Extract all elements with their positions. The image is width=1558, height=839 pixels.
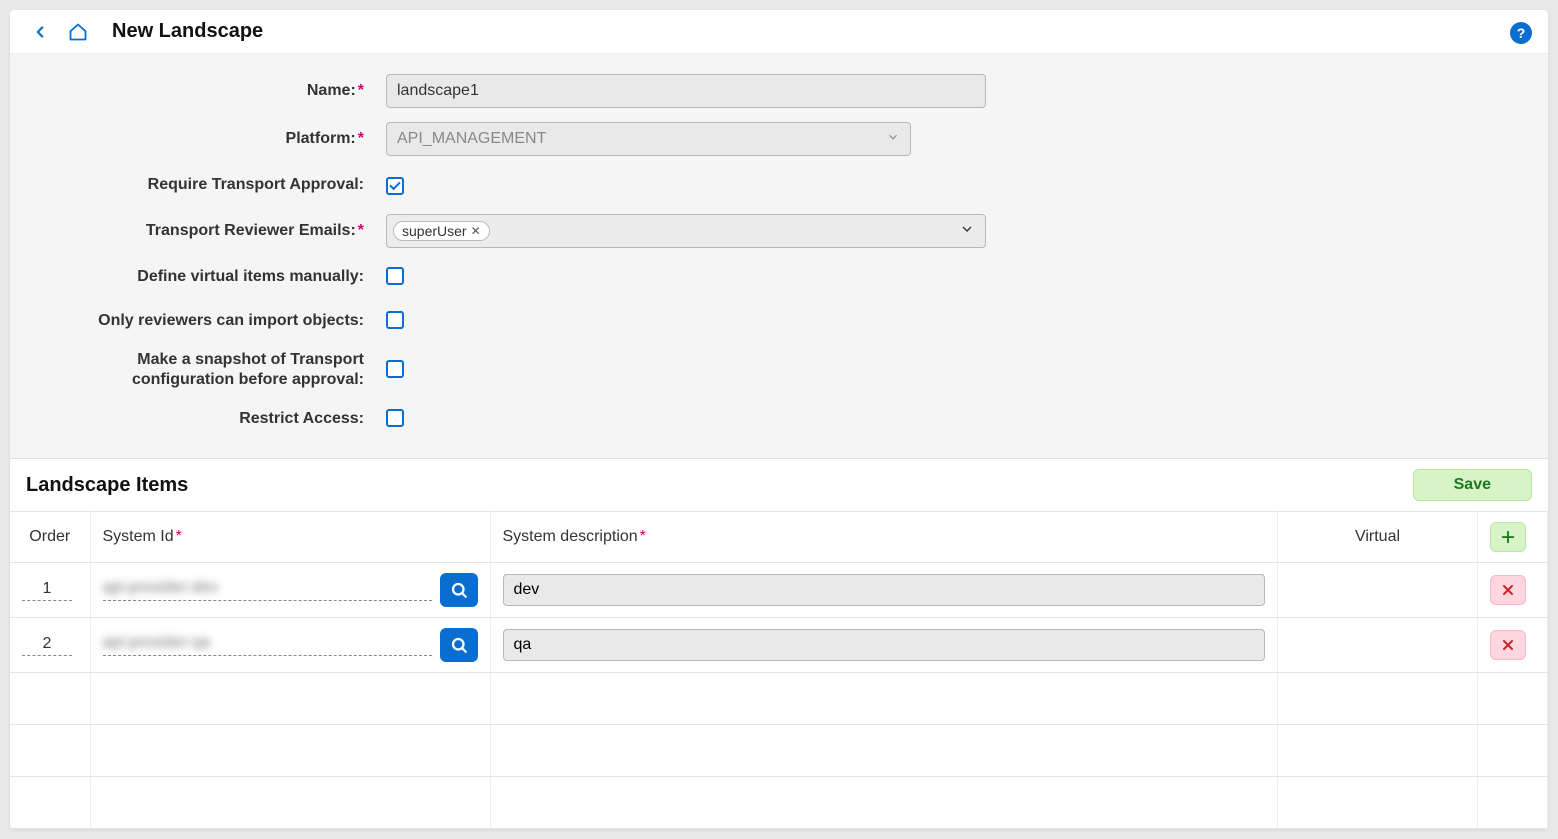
help-icon[interactable]: ? <box>1510 22 1532 44</box>
description-input[interactable] <box>503 629 1266 661</box>
section-header: Landscape Items Save <box>10 458 1548 511</box>
chevron-down-icon <box>959 221 975 242</box>
platform-label: Platform:* <box>40 130 370 148</box>
delete-row-button[interactable] <box>1490 575 1526 605</box>
add-row-button[interactable] <box>1490 522 1526 552</box>
col-virtual-header: Virtual <box>1278 512 1478 563</box>
name-label: Name:* <box>40 82 370 100</box>
save-button[interactable]: Save <box>1413 469 1532 501</box>
delete-row-button[interactable] <box>1490 630 1526 660</box>
order-input[interactable]: 1 <box>22 580 72 601</box>
system-id-input[interactable]: api-provider-dev <box>103 579 432 601</box>
restrict-access-label: Restrict Access: <box>40 410 370 428</box>
col-order-header: Order <box>10 512 90 563</box>
table-row <box>10 673 1548 725</box>
table-row: 1 api-provider-dev <box>10 563 1548 618</box>
define-virtual-checkbox[interactable] <box>386 267 404 285</box>
lookup-button[interactable] <box>440 573 478 607</box>
name-input[interactable] <box>386 74 986 108</box>
col-sysid-header: System Id* <box>90 512 490 563</box>
col-desc-header: System description* <box>490 512 1278 563</box>
remove-tag-icon[interactable]: ✕ <box>471 224 481 238</box>
platform-select[interactable]: API_MANAGEMENT <box>386 122 911 156</box>
table-row <box>10 725 1548 777</box>
home-icon[interactable] <box>68 22 88 42</box>
section-title: Landscape Items <box>26 474 188 497</box>
reviewer-emails-label: Transport Reviewer Emails:* <box>40 222 370 240</box>
only-reviewers-label: Only reviewers can import objects: <box>40 312 370 330</box>
page-header: New Landscape ? <box>10 10 1548 54</box>
reviewer-tag[interactable]: superUser ✕ <box>393 221 490 241</box>
system-id-input[interactable]: api-provider-qa <box>103 634 432 656</box>
description-input[interactable] <box>503 574 1266 606</box>
reviewer-emails-input[interactable]: superUser ✕ <box>386 214 986 248</box>
table-row: 2 api-provider-qa <box>10 618 1548 673</box>
lookup-button[interactable] <box>440 628 478 662</box>
snapshot-label: Make a snapshot of Transport configurati… <box>40 350 370 390</box>
define-virtual-label: Define virtual items manually: <box>40 268 370 286</box>
col-actions-header <box>1478 512 1548 563</box>
chevron-down-icon <box>886 130 900 149</box>
table-row <box>10 777 1548 829</box>
page-title: New Landscape <box>112 20 263 43</box>
order-input[interactable]: 2 <box>22 635 72 656</box>
snapshot-checkbox[interactable] <box>386 360 404 378</box>
require-approval-label: Require Transport Approval: <box>40 176 370 194</box>
restrict-access-checkbox[interactable] <box>386 409 404 427</box>
form-area: Name:* Platform:* API_MANAGEMENT <box>10 54 1548 458</box>
only-reviewers-checkbox[interactable] <box>386 311 404 329</box>
require-approval-checkbox[interactable] <box>386 177 404 195</box>
platform-value: API_MANAGEMENT <box>397 130 546 148</box>
landscape-items-table: Order System Id* System description* Vir… <box>10 511 1548 829</box>
back-icon[interactable] <box>30 22 50 42</box>
